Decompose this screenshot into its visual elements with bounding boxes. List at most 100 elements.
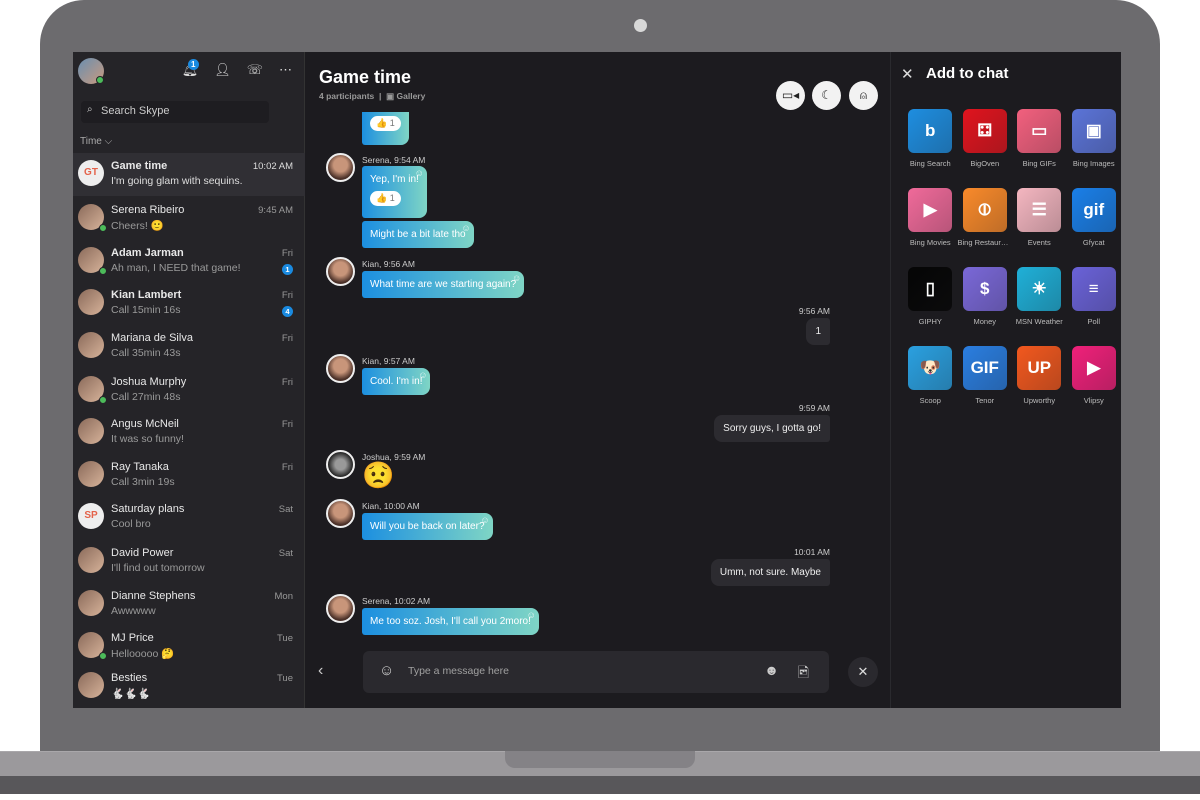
react-smiley-icon[interactable]: ☺ [512, 273, 521, 283]
conversation-preview: Call 3min 19s [111, 476, 175, 488]
app-scoop[interactable]: 🐶 Scoop [903, 346, 958, 405]
react-smiley-icon[interactable]: ☺ [527, 610, 536, 620]
unread-badge: 4 [282, 306, 293, 317]
conversation-item[interactable]: GT Game time I'm going glam with sequins. 1… [73, 153, 305, 196]
online-dot [96, 76, 104, 84]
media-icon[interactable]: 🖻 [798, 662, 809, 686]
message-bubble[interactable]: ☺ What time are we starting again? [362, 271, 525, 298]
my-message-bubble[interactable]: Sorry guys, I gotta go! [714, 415, 830, 442]
panel-title: Add to chat [926, 65, 1009, 82]
search-box[interactable]: ⌕ Search Skype [81, 101, 269, 123]
app-giphy[interactable]: ▯ GIPHY [903, 267, 958, 326]
emoji-icon[interactable]: ☺ [379, 662, 394, 679]
conversation-item[interactable]: Kian Lambert Call 15min 16s Fri 4 [73, 282, 305, 325]
sort-dropdown[interactable]: Time ⌵ [80, 136, 112, 147]
app-poll[interactable]: ≡ Poll [1067, 267, 1122, 326]
app-tenor[interactable]: GIF Tenor [958, 346, 1013, 405]
message-text: Me too soz. Josh, I'll call you 2moro! [370, 616, 531, 627]
audio-call-button[interactable]: ☾ [812, 81, 841, 110]
phone-icon: ☾ [821, 88, 832, 102]
app-gfycat[interactable]: gif Gfycat [1067, 188, 1122, 247]
conversation-item[interactable]: Adam Jarman Ah man, I NEED that game! Fri 1 [73, 240, 305, 283]
conversation-item[interactable]: Besties 🐇🐇🐇 Tue [73, 665, 305, 708]
online-dot [99, 396, 107, 404]
gallery-link[interactable]: Gallery [397, 91, 426, 101]
conversation-item[interactable]: Joshua Murphy Call 27min 48s Fri [73, 369, 305, 412]
app-icon: ▣ [1071, 109, 1116, 153]
message-time: 10:01 AM [794, 547, 830, 557]
app-events[interactable]: ☰ Events [1012, 188, 1067, 247]
app-bing-images[interactable]: ▣ Bing Images [1067, 109, 1122, 168]
add-to-chat-panel: ✕ Add to chat b Bing Search ⚃ BigOven ▭ Bing … [890, 52, 1121, 708]
participants-link[interactable]: 4 participants [319, 91, 374, 101]
calls-icon[interactable]: ☏ [247, 62, 263, 78]
my-message-bubble[interactable]: Umm, not sure. Maybe [710, 559, 830, 586]
react-smiley-icon[interactable]: ☺ [461, 223, 470, 233]
avatar: GT [78, 160, 104, 186]
notifications-button[interactable]: 🔔︎ 1 [182, 59, 199, 78]
app-label: Bing Movies [909, 238, 951, 247]
sticker-icon[interactable]: ☻ [764, 662, 779, 678]
video-call-button[interactable]: ▭◂ [776, 81, 805, 110]
app-icon: ▶ [908, 188, 953, 232]
conversation-item[interactable]: Angus McNeil It was so funny! Fri [73, 411, 305, 454]
conversation-item[interactable]: Dianne Stephens Awwwww Mon [73, 583, 305, 626]
conversation-time: Fri [281, 462, 293, 473]
avatar-kian [326, 499, 355, 528]
message-bubble[interactable]: ☺ Cool. I'm in! [362, 368, 431, 395]
message-bubble[interactable]: ☺ Yep, I'm in! 👍 1 [362, 166, 427, 218]
conversation-item[interactable]: Mariana de Silva Call 35min 43s Fri [73, 325, 305, 368]
close-extensions-button[interactable]: ✕ [848, 657, 878, 687]
avatar: SP [78, 503, 104, 529]
app-bing-restaurants[interactable]: ⦶ Bing Restaurants [958, 188, 1012, 247]
sidebar: 🔔︎ 1 👤︎ ☏ ⋯ ⌕ Search Skype Time ⌵ GT Game t… [73, 52, 305, 708]
conversation-preview: Call 27min 48s [111, 391, 181, 403]
conversation-item[interactable]: Ray Tanaka Call 3min 19s Fri [73, 454, 305, 497]
chat-pane: Game time 4 participants | ▣ Gallery ▭◂ … [305, 52, 890, 708]
app-bing-search[interactable]: b Bing Search [903, 109, 958, 168]
add-participant-button[interactable]: ⍝ [849, 81, 878, 110]
contacts-icon[interactable]: 👤︎ [214, 62, 231, 78]
camera [634, 19, 647, 32]
app-bing-gifs[interactable]: ▭ Bing GIFs [1012, 109, 1067, 168]
message-sender: Kian, 10:00 AM [362, 501, 420, 511]
reaction[interactable]: 👍 1 [370, 191, 401, 206]
message-input[interactable] [408, 661, 738, 681]
conversation-item[interactable]: David Power I'll find out tomorrow Sat [73, 540, 305, 583]
app-icon: GIF [962, 346, 1007, 390]
app-icon: UP [1017, 346, 1062, 390]
skype-window: 🔔︎ 1 👤︎ ☏ ⋯ ⌕ Search Skype Time ⌵ GT Game t… [73, 52, 1121, 708]
app-money[interactable]: $ Money [958, 267, 1013, 326]
app-bigoven[interactable]: ⚃ BigOven [958, 109, 1013, 168]
reaction[interactable]: 👍 1 [370, 116, 401, 131]
app-label: Scoop [919, 396, 941, 405]
conversation-time: Mon [274, 591, 293, 602]
avatar-joshua [326, 450, 355, 479]
conversation-item[interactable]: MJ Price Hellooooo 🤔 Tue [73, 625, 305, 668]
app-icon: ▭ [1017, 109, 1062, 153]
message-bubble[interactable]: ☺ Might be a bit late tho [362, 221, 474, 248]
conversation-preview: Awwwww [111, 605, 156, 617]
app-vlipsy[interactable]: ▶ Vlipsy [1067, 346, 1122, 405]
conversation-item[interactable]: SP Saturday plans Cool bro Sat [73, 496, 305, 539]
app-bing-movies[interactable]: ▶ Bing Movies [903, 188, 958, 247]
message-bubble[interactable]: 👍 1 [362, 112, 409, 145]
close-icon[interactable]: ✕ [901, 65, 914, 83]
back-chevron-icon[interactable]: ‹ [318, 662, 323, 680]
my-avatar[interactable] [78, 58, 104, 84]
conversation-time: Fri [281, 290, 293, 301]
conversation-preview: Call 35min 43s [111, 347, 181, 359]
message-bubble[interactable]: ☺ Will you be back on later? [362, 513, 493, 540]
conversation-item[interactable]: Serena Ribeiro Cheers! 🙂 9:45 AM [73, 197, 305, 240]
app-msn-weather[interactable]: ☀ MSN Weather [1012, 267, 1067, 326]
emoticon-message[interactable]: 😟 [362, 460, 394, 491]
react-smiley-icon[interactable]: ☺ [415, 168, 424, 178]
app-label: Poll [1087, 317, 1100, 326]
message-bubble[interactable]: ☺ Me too soz. Josh, I'll call you 2moro! [362, 608, 539, 635]
app-upworthy[interactable]: UP Upworthy [1012, 346, 1067, 405]
more-icon[interactable]: ⋯ [279, 62, 292, 78]
react-smiley-icon[interactable]: ☺ [418, 370, 427, 380]
react-smiley-icon[interactable]: ☺ [480, 515, 489, 525]
sidebar-toolbar: 🔔︎ 1 👤︎ ☏ ⋯ [182, 59, 292, 78]
my-message-bubble[interactable]: 1 [806, 318, 830, 345]
